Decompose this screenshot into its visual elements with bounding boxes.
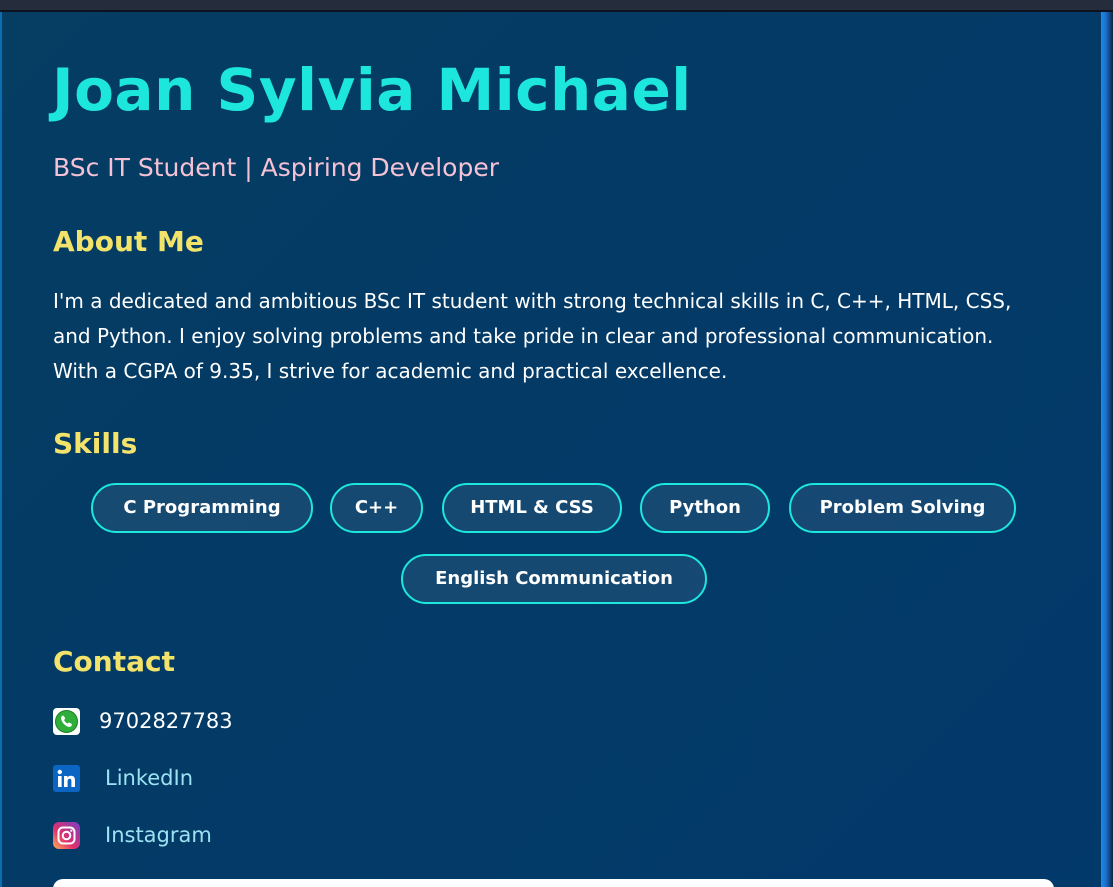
skill-chip-problem-solving: Problem Solving xyxy=(789,483,1016,533)
browser-top-bar xyxy=(0,0,1113,12)
phone-icon xyxy=(53,708,80,735)
contact-phone-number: 9702827783 xyxy=(99,709,233,733)
contact-heading: Contact xyxy=(53,645,175,678)
window-right-edge xyxy=(1101,12,1113,887)
linkedin-link[interactable]: LinkedIn xyxy=(105,763,193,793)
skill-chip-html-css: HTML & CSS xyxy=(442,483,622,533)
profile-name: Joan Sylvia Michael xyxy=(52,56,692,124)
about-heading: About Me xyxy=(53,225,204,258)
instagram-link[interactable]: Instagram xyxy=(105,820,212,850)
profile-card: Joan Sylvia Michael BSc IT Student | Asp… xyxy=(0,12,1101,887)
instagram-icon xyxy=(53,822,80,849)
bottom-panel xyxy=(53,879,1054,887)
skill-chip-python: Python xyxy=(640,483,770,533)
skill-chip-english-communication: English Communication xyxy=(401,554,707,604)
skills-heading: Skills xyxy=(53,427,138,460)
skill-chip-c-programming: C Programming xyxy=(91,483,313,533)
linkedin-icon xyxy=(53,765,80,792)
skill-chip-cpp: C++ xyxy=(330,483,423,533)
about-text: I'm a dedicated and ambitious BSc IT stu… xyxy=(53,289,1012,383)
profile-tagline: BSc IT Student | Aspiring Developer xyxy=(53,153,499,182)
